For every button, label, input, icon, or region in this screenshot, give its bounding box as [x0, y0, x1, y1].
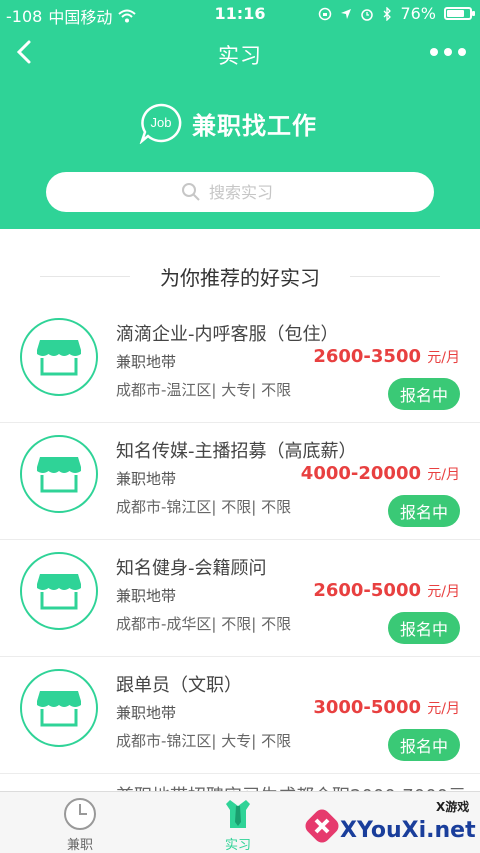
- job-title: 知名健身-会籍顾问: [116, 558, 267, 579]
- salary: 3000-5000 元/月: [313, 697, 460, 718]
- job-meta: 成都市-锦江区| 大专| 不限: [116, 732, 292, 750]
- location: 成都市-锦江区: [116, 732, 212, 750]
- search-icon: [182, 183, 200, 201]
- logo-text: Job: [151, 115, 172, 130]
- more-dots-icon[interactable]: [430, 42, 466, 62]
- apply-button[interactable]: 报名中: [388, 729, 460, 761]
- salary: 4000-20000 元/月: [301, 463, 460, 484]
- job-meta: 成都市-锦江区| 不限| 不限: [116, 498, 292, 516]
- navbar: 实习: [0, 30, 480, 76]
- tab-label: 兼职: [66, 838, 93, 853]
- search-input[interactable]: [209, 182, 299, 202]
- battery-percent: 76%: [400, 4, 436, 23]
- location: 成都市-成华区: [116, 615, 212, 633]
- shop-icon: [20, 669, 98, 747]
- shop-icon: [20, 435, 98, 513]
- salary-unit: 元/月: [427, 701, 460, 717]
- brand: Job 兼职找工作: [138, 102, 317, 144]
- job-title: 跟单员（文职）: [116, 675, 242, 696]
- watermark-small: X游戏: [436, 800, 470, 814]
- education: 不限: [221, 498, 252, 516]
- gender: 不限: [261, 615, 292, 633]
- education: 大专: [221, 381, 252, 399]
- watermark-text: XYouXi.net: [340, 818, 476, 843]
- job-meta: 成都市-温江区| 大专| 不限: [116, 381, 292, 399]
- job-logo-icon: Job: [139, 103, 182, 144]
- list-item[interactable]: 知名健身-会籍顾问 兼职地带 成都市-成华区| 不限| 不限 2600-5000…: [0, 540, 480, 657]
- search-bar[interactable]: [46, 172, 434, 212]
- list-item[interactable]: 知名传媒-主播招募（高底薪） 兼职地带 成都市-锦江区| 不限| 不限 4000…: [0, 423, 480, 540]
- salary-unit: 元/月: [427, 350, 460, 366]
- alarm-icon: [361, 8, 374, 21]
- watermark: X游戏 XYouXi.net: [300, 796, 480, 853]
- apply-button[interactable]: 报名中: [388, 495, 460, 527]
- battery-icon: [444, 7, 475, 20]
- rotation-lock-icon: [319, 7, 332, 20]
- list-item[interactable]: 跟单员（文职） 兼职地带 成都市-锦江区| 大专| 不限 3000-5000 元…: [0, 657, 480, 774]
- apply-button[interactable]: 报名中: [388, 612, 460, 644]
- company-name: 兼职地带: [116, 587, 177, 605]
- apply-button[interactable]: 报名中: [388, 378, 460, 410]
- shop-icon: [20, 318, 98, 396]
- shop-icon: [20, 552, 98, 630]
- bluetooth-icon: [383, 6, 392, 21]
- list-item[interactable]: 滴滴企业-内呼客服（包住） 兼职地带 成都市-温江区| 大专| 不限 2600-…: [0, 306, 480, 423]
- clock-icon: [64, 798, 96, 830]
- tab-label: 实习: [224, 838, 251, 853]
- gender: 不限: [261, 381, 292, 399]
- company-name: 兼职地带: [116, 353, 177, 371]
- job-list: 滴滴企业-内呼客服（包住） 兼职地带 成都市-温江区| 大专| 不限 2600-…: [0, 306, 480, 774]
- salary-unit: 元/月: [427, 467, 460, 483]
- location: 成都市-锦江区: [116, 498, 212, 516]
- salary: 2600-5000 元/月: [313, 580, 460, 601]
- salary-unit: 元/月: [427, 584, 460, 600]
- tab-internship[interactable]: 实习: [198, 796, 278, 853]
- status-bar: -108 中国移动 11:16 76%: [0, 0, 480, 28]
- shirt-tie-icon: [226, 800, 250, 828]
- education: 不限: [221, 615, 252, 633]
- gamepad-icon: [305, 809, 339, 843]
- salary-range: 2600-3500: [313, 346, 421, 367]
- salary-range: 2600-5000: [313, 580, 421, 601]
- company-name: 兼职地带: [116, 470, 177, 488]
- education: 大专: [221, 732, 252, 750]
- job-title: 滴滴企业-内呼客服（包住）: [116, 324, 339, 345]
- section-title: 为你推荐的好实习: [0, 262, 480, 291]
- location-icon: [341, 8, 352, 19]
- salary-range: 3000-5000: [313, 697, 421, 718]
- gender: 不限: [261, 498, 292, 516]
- brand-title: 兼职找工作: [192, 111, 317, 140]
- salary-range: 4000-20000: [300, 463, 421, 484]
- page-title: 实习: [218, 44, 262, 68]
- location: 成都市-温江区: [116, 381, 212, 399]
- salary: 2600-3500 元/月: [313, 346, 460, 367]
- job-title: 知名传媒-主播招募（高底薪）: [116, 441, 357, 462]
- tab-part-time[interactable]: 兼职: [40, 796, 120, 853]
- gender: 不限: [261, 732, 292, 750]
- company-name: 兼职地带: [116, 704, 177, 722]
- header: -108 中国移动 11:16 76% 实习 Job 兼职找工作: [0, 0, 480, 229]
- job-meta: 成都市-成华区| 不限| 不限: [116, 615, 292, 633]
